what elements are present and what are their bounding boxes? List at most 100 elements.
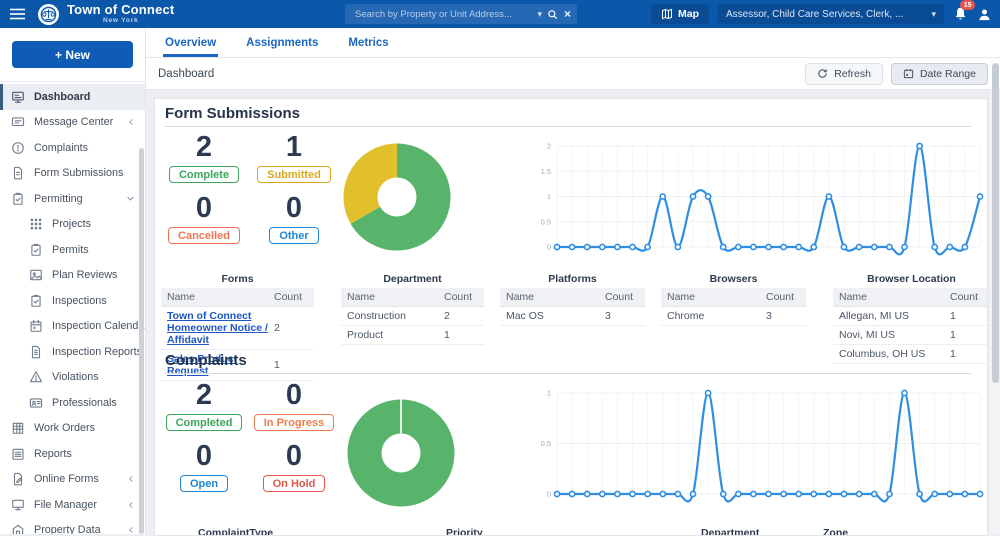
sidebar-item-label: Projects bbox=[52, 218, 145, 230]
online-forms-icon bbox=[11, 472, 25, 486]
topbar: Town of Connect New York ▾ × Map Assesso… bbox=[0, 0, 1000, 28]
tab-assignments[interactable]: Assignments bbox=[244, 37, 320, 57]
sidebar-item-inspection-reports[interactable]: Inspection Reports bbox=[0, 339, 145, 365]
search-icon[interactable] bbox=[547, 9, 558, 20]
sidebar-item-inspection-calendar[interactable]: Inspection Calendar bbox=[0, 314, 145, 340]
sidebar-item-property-data[interactable]: Property Data bbox=[0, 518, 145, 535]
stat-label-other[interactable]: Other bbox=[269, 227, 318, 244]
tab-metrics[interactable]: Metrics bbox=[346, 37, 390, 57]
main-area: Overview Assignments Metrics Dashboard Ref… bbox=[146, 28, 1000, 534]
stat-label-open[interactable]: Open bbox=[180, 475, 228, 492]
stat-value: 0 bbox=[249, 440, 339, 473]
table-title: Forms bbox=[161, 273, 314, 285]
table-row: Chrome3 bbox=[661, 307, 806, 326]
sidebar-item-professionals[interactable]: Professionals bbox=[0, 390, 145, 416]
sidebar-item-label: Inspection Reports bbox=[52, 346, 145, 358]
sidebar-item-complaints[interactable]: Complaints bbox=[0, 135, 145, 161]
permitting-icon bbox=[11, 192, 25, 206]
new-button[interactable]: + New bbox=[12, 41, 133, 68]
complaints-donut-chart bbox=[346, 398, 456, 508]
stat-label-completed[interactable]: Completed bbox=[166, 414, 243, 431]
chevron-left-icon bbox=[127, 526, 135, 534]
sidebar-item-form-submissions[interactable]: Form Submissions bbox=[0, 161, 145, 187]
table-row: Columbus, OH US1 bbox=[833, 345, 988, 364]
form-submissions-tables: Forms NameCount Town of Connect Homeowner … bbox=[161, 273, 988, 381]
inspection-reports-icon bbox=[29, 345, 43, 359]
sidebar-item-plan-reviews[interactable]: Plan Reviews bbox=[0, 263, 145, 289]
sidebar-item-permits[interactable]: Permits bbox=[0, 237, 145, 263]
sidebar-item-online-forms[interactable]: Online Forms bbox=[0, 467, 145, 493]
sidebar-item-dashboard[interactable]: Dashboard bbox=[0, 84, 145, 110]
sidebar-item-message-center[interactable]: Message Center bbox=[0, 110, 145, 136]
data-point-marker bbox=[917, 143, 922, 148]
dashboard-content: Form Submissions 2Complete1Submitted0Can… bbox=[146, 90, 1000, 534]
data-point-marker bbox=[857, 244, 862, 249]
y-axis-tick: 1 bbox=[547, 389, 551, 398]
sidebar-item-label: Plan Reviews bbox=[52, 269, 145, 281]
stat-label-on-hold[interactable]: On Hold bbox=[263, 475, 326, 492]
stat-label-cancelled[interactable]: Cancelled bbox=[168, 227, 240, 244]
sidebar-item-inspections[interactable]: Inspections bbox=[0, 288, 145, 314]
hamburger-menu-icon[interactable] bbox=[10, 8, 25, 20]
sidebar-nav: Dashboard Message CenterComplaintsForm Su… bbox=[0, 84, 145, 534]
data-point-marker bbox=[841, 491, 846, 496]
complaints-icon bbox=[11, 141, 25, 155]
sidebar-item-projects[interactable]: Projects bbox=[0, 212, 145, 238]
search-box[interactable]: ▾ × bbox=[345, 4, 577, 24]
data-point-marker bbox=[962, 491, 967, 496]
table-row-link[interactable]: Town of Connect Homeowner Notice / Affid… bbox=[167, 310, 268, 346]
date-range-button[interactable]: Date Range bbox=[891, 63, 988, 85]
data-point-marker bbox=[751, 244, 756, 249]
complaints-line-chart: 00.51 bbox=[536, 379, 986, 511]
notifications-bell-icon[interactable]: 15 bbox=[953, 6, 968, 22]
table-header: NameCount bbox=[500, 288, 645, 307]
sidebar-item-file-manager[interactable]: File Manager bbox=[0, 492, 145, 518]
section-divider bbox=[165, 126, 971, 127]
sidebar: + New DashboardMessage CenterComplaintsF… bbox=[0, 28, 146, 534]
refresh-button[interactable]: Refresh bbox=[805, 63, 883, 85]
topbar-right: Map Assessor, Child Care Services, Clerk… bbox=[651, 0, 992, 28]
stat-label-in-progress[interactable]: In Progress bbox=[254, 414, 335, 431]
tab-overview[interactable]: Overview bbox=[163, 37, 218, 57]
search-clear-icon[interactable]: × bbox=[564, 8, 571, 20]
search-input[interactable] bbox=[353, 8, 535, 21]
complaints-section-title: Complaints bbox=[165, 352, 247, 369]
form-submissions-line-chart: 00.511.52 bbox=[536, 132, 986, 264]
sidebar-item-work-orders[interactable]: Work Orders bbox=[0, 416, 145, 442]
table-row: Town of Connect Homeowner Notice / Affid… bbox=[161, 307, 314, 350]
notification-badge: 15 bbox=[960, 0, 975, 10]
sidebar-scrollbar[interactable] bbox=[139, 148, 144, 534]
sidebar-item-reports[interactable]: Reports bbox=[0, 441, 145, 467]
y-axis-tick: 2 bbox=[547, 142, 551, 151]
sidebar-item-violations[interactable]: Violations bbox=[0, 365, 145, 391]
stat-cancelled: 0Cancelled bbox=[159, 192, 249, 244]
sidebar-item-label: Violations bbox=[52, 371, 145, 383]
y-axis-tick: 0.5 bbox=[541, 439, 551, 448]
data-point-marker bbox=[857, 491, 862, 496]
work-orders-icon bbox=[11, 421, 25, 435]
table-title: Department bbox=[341, 273, 484, 285]
stat-label-complete[interactable]: Complete bbox=[169, 166, 239, 183]
department-selector-dropdown[interactable]: Assessor, Child Care Services, Clerk, ..… bbox=[718, 4, 944, 24]
data-point-marker bbox=[796, 244, 801, 249]
search-scope-caret-icon[interactable]: ▾ bbox=[537, 9, 542, 20]
dashboard-icon bbox=[11, 90, 25, 104]
sidebar-item-label: Inspection Calendar bbox=[52, 320, 146, 332]
data-point-marker bbox=[554, 491, 559, 496]
sidebar-item-permitting[interactable]: Permitting bbox=[0, 186, 145, 212]
brand-subtitle: New York bbox=[67, 18, 174, 25]
data-point-marker bbox=[615, 244, 620, 249]
sidebar-item-label: Dashboard bbox=[34, 91, 145, 103]
stat-value: 1 bbox=[249, 131, 339, 164]
map-button[interactable]: Map bbox=[651, 4, 709, 24]
table-title-complainttype: ComplaintType bbox=[198, 527, 273, 536]
y-axis-tick: 0 bbox=[547, 490, 551, 499]
chevron-left-icon bbox=[127, 501, 135, 509]
data-point-marker bbox=[660, 194, 665, 199]
data-point-marker bbox=[781, 491, 786, 496]
stat-label-submitted[interactable]: Submitted bbox=[257, 166, 331, 183]
data-point-marker bbox=[600, 244, 605, 249]
user-profile-icon[interactable] bbox=[977, 7, 992, 22]
breadcrumb: Dashboard bbox=[158, 68, 214, 80]
main-scrollbar-thumb[interactable] bbox=[992, 63, 999, 383]
